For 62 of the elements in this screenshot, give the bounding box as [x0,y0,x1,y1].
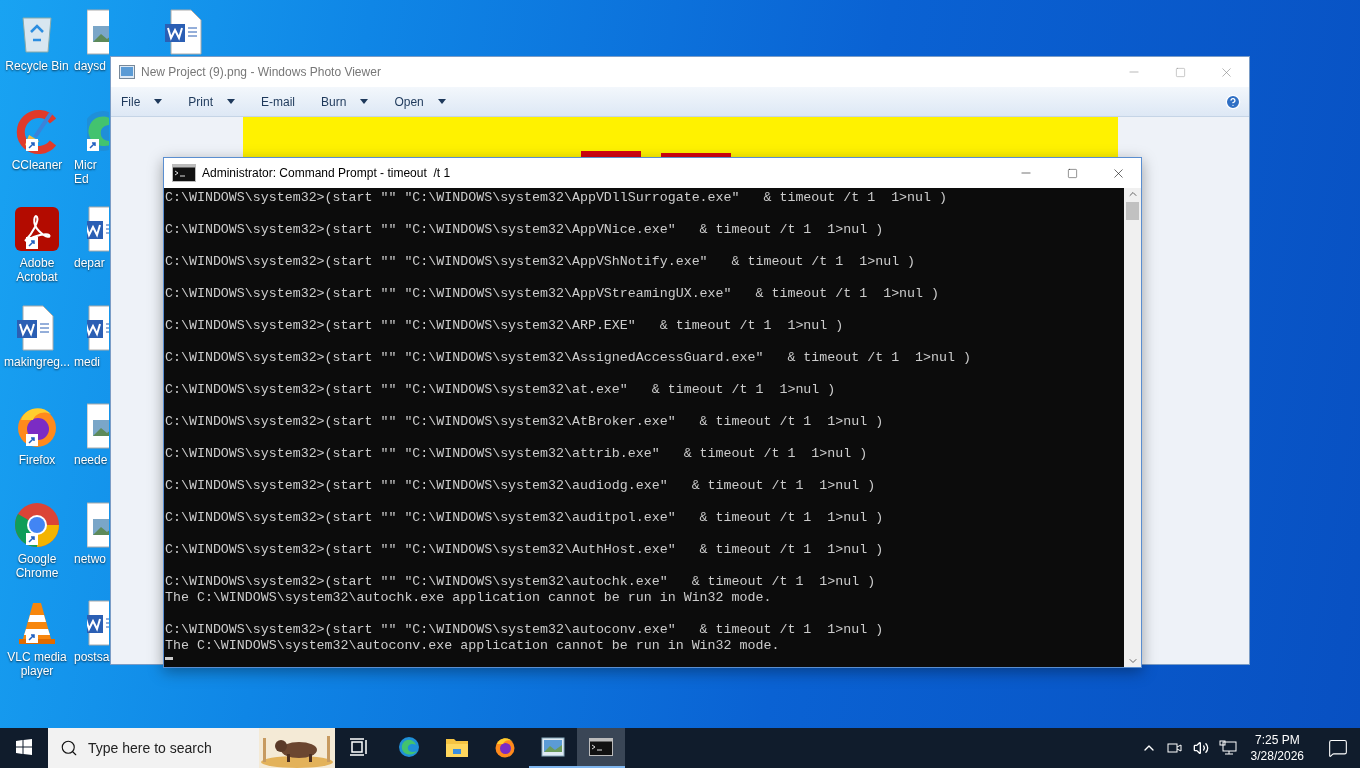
scroll-thumb[interactable] [1126,202,1139,220]
desktop-icon-label[interactable]: neede [74,453,108,467]
menu-item[interactable]: E-mail [259,94,298,109]
camera-icon[interactable] [1166,740,1183,756]
notifications-icon[interactable] [1328,738,1348,758]
taskbar-app-button[interactable] [577,728,625,768]
search-icon [60,739,78,757]
desktop-icon-label[interactable]: Recycle Bin [5,59,69,73]
desktop-icon-label[interactable]: Google Chrome [1,551,73,580]
console-line: C:\WINDOWS\system32>(start "" "C:\WINDOWS\system32\AppVNice.exe" & timeout /t 1 1>nul ) [165,222,885,238]
desktop-icon-label[interactable]: netwo [74,551,107,566]
edge-icon [397,735,421,759]
menu-item[interactable]: Burn [319,94,371,109]
firefox-icon [493,735,517,759]
network-icon[interactable] [1218,740,1237,756]
console-line: C:\WINDOWS\system32>(start "" "C:\WINDOWS\system32\AppVStreamingUX.exe" & timeout /t 1 1>nul ) [165,286,940,302]
window-title: New Project (9).png - Windows Photo Viewer [141,65,381,79]
clock[interactable]: 7:25 PM 3/28/2026 [1250,732,1304,764]
menu-item[interactable]: Open [392,94,448,109]
console-line: C:\WINDOWS\system32>(start "" "C:\WINDOWS\system32\at.exe" & timeout /t 1 1>nul ) [165,382,837,398]
console-line: C:\WINDOWS\system32>(start "" "C:\WINDOWS\system32\attrib.exe" & timeout /t 1 1>nul ) [165,446,869,462]
console-line: C:\WINDOWS\system32>(start "" "C:\WINDOWS\system32\autoconv.exe" & timeout /t 1 1>nul ) [165,622,885,638]
menu-item[interactable]: File [119,94,165,109]
desktop-icon-label[interactable]: makingreg... [4,354,70,369]
console-line: C:\WINDOWS\system32>(start "" "C:\WINDOWS\system32\audiodg.exe" & timeout /t 1 1>nul ) [165,478,877,494]
console-line: C:\WINDOWS\system32>(start "" "C:\WINDOWS\system32\autochk.exe" & timeout /t 1 1>nul ) [165,574,877,590]
photo-viewer-icon [541,737,565,757]
folder-icon [445,736,469,758]
console-line: The C:\WINDOWS\system32\autochk.exe application cannot be run in Win32 mode. [165,590,773,606]
chrome-icon [13,500,61,549]
desktop-icon-label[interactable]: medi [74,354,100,369]
desktop-icon-label[interactable]: postsa [74,650,110,664]
console-line: C:\WINDOWS\system32>(start "" "C:\WINDOWS\system32\AtBroker.exe" & timeout /t 1 1>nul ) [165,414,885,430]
command-prompt-icon [589,738,613,756]
acrobat-icon [13,205,61,253]
windows-logo-icon [16,739,32,755]
console-line: The C:\WINDOWS\system32\autoconv.exe application cannot be run in Win32 mode. [165,638,781,654]
scrollbar[interactable] [1124,188,1141,667]
console-line: C:\WINDOWS\system32>(start "" "C:\WINDOWS\system32\auditpol.exe" & timeout /t 1 1>nul ) [165,510,885,526]
console-line: C:\WINDOWS\system32>(start "" "C:\WINDOWS\system32\AuthHost.exe" & timeout /t 1 1>nul ) [165,542,885,558]
text-cursor [165,657,173,660]
search-field[interactable]: Type here to search [88,740,228,756]
maximize-icon [1066,167,1078,179]
maximize-icon [1174,66,1186,78]
desktop-icon-label[interactable]: VLC media player [1,650,73,678]
desktop-icon-label[interactable]: daysd [74,59,107,73]
console-line: C:\WINDOWS\system32>(start "" "C:\WINDOWS\system32\AssignedAccessGuard.exe" & timeout /t 1 1>nul ) [165,350,972,366]
desktop-icon-label[interactable]: Firefox [18,453,56,467]
command-prompt-icon [172,164,196,182]
console-line: C:\WINDOWS\system32>(start "" "C:\WINDOWS\system32\AppVDllSurrogate.exe" & timeout /t 1 1>nul ) [165,190,948,206]
window-title: Administrator: Command Prompt - timeout /t 1 [202,166,451,180]
photo-viewer-icon [119,65,135,79]
menu-item[interactable]: Print [186,94,238,109]
desktop-icon-label[interactable]: depar [74,256,105,270]
console-line: C:\WINDOWS\system32>(start "" "C:\WINDOWS\system32\ARP.EXE" & timeout /t 1 1>nul ) [165,318,845,334]
desktop-icon-label[interactable]: CCleaner [11,157,63,172]
task-view-icon [349,738,369,756]
desktop-icon-label[interactable]: Adobe Acrobat [1,256,73,284]
volume-icon[interactable] [1192,740,1209,756]
console-line: C:\WINDOWS\system32>(start "" "C:\WINDOWS\system32\AppVShNotify.exe" & timeout /t 1 1>nul ) [165,254,917,270]
desktop-icon-label[interactable]: Micr Ed [74,157,97,186]
help-icon[interactable] [1225,93,1241,110]
